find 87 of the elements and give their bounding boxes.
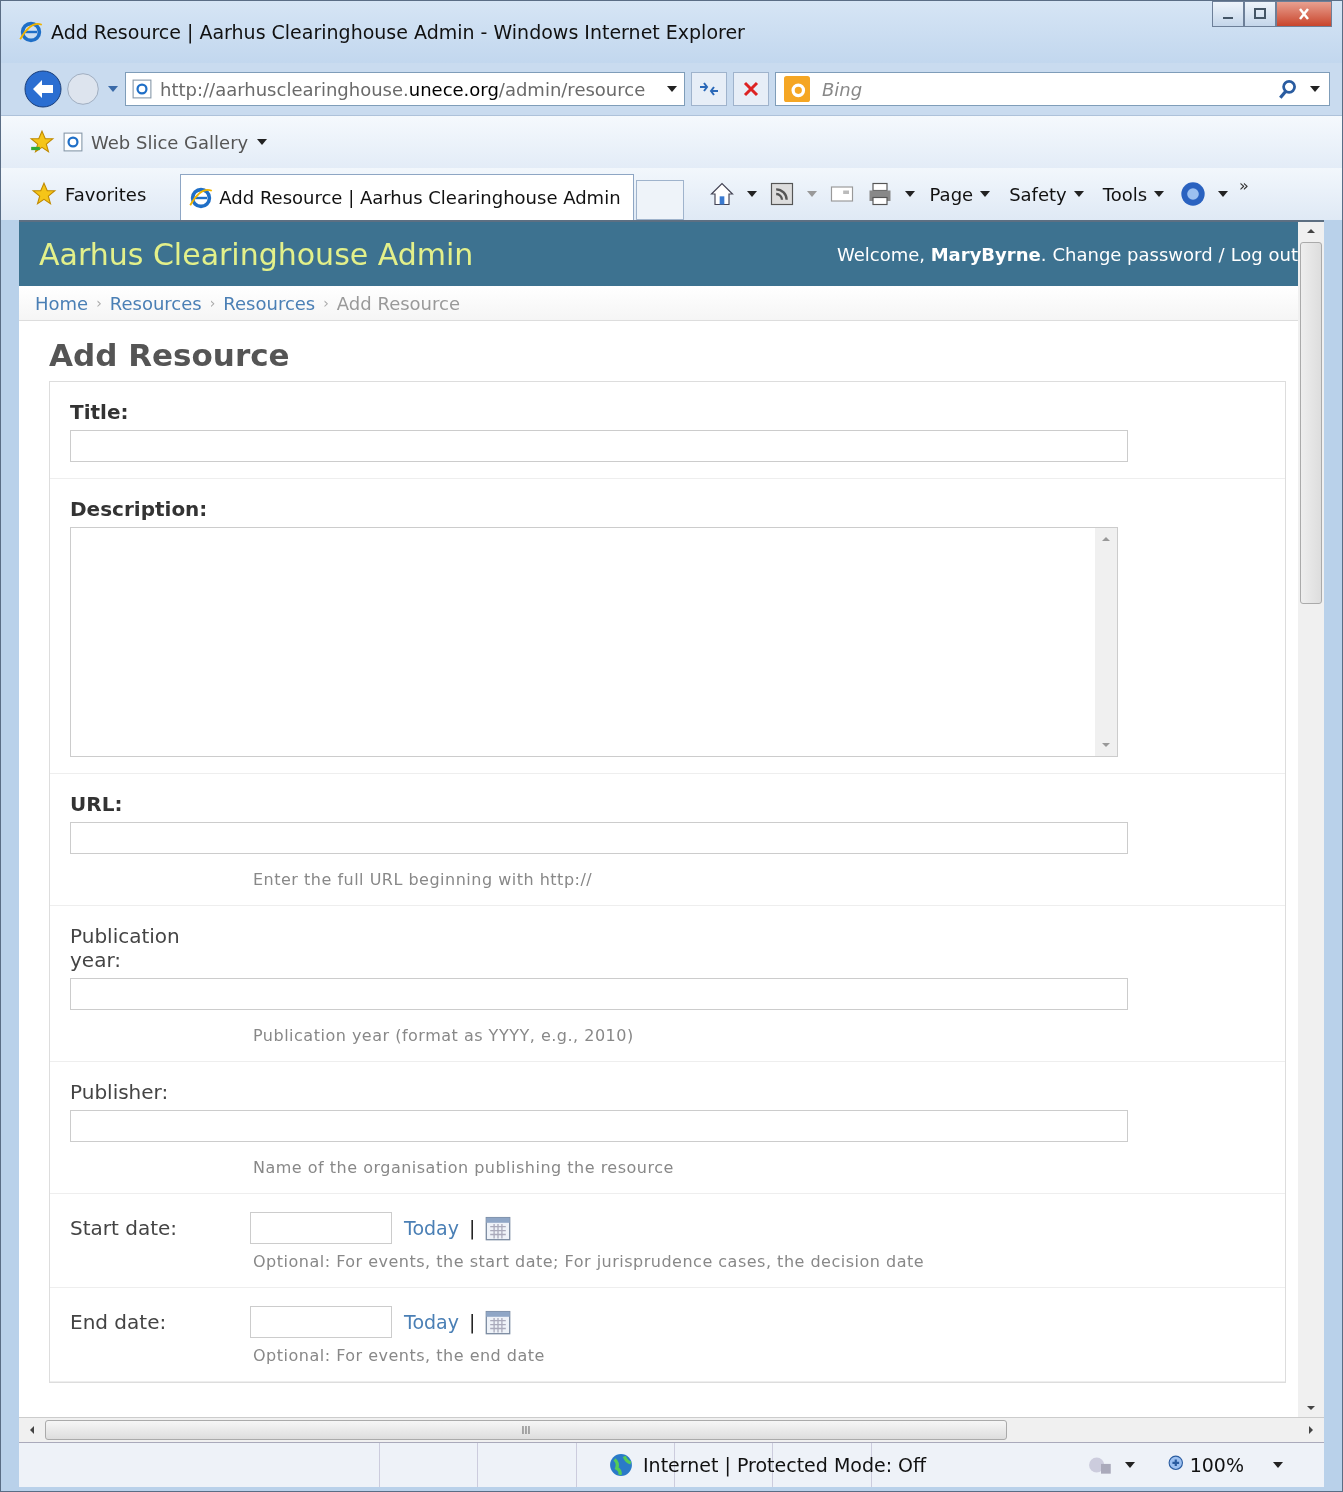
maximize-button[interactable] bbox=[1244, 1, 1276, 27]
search-provider-icon bbox=[784, 76, 810, 102]
field-label: URL: bbox=[70, 792, 124, 816]
command-menu[interactable]: Tools bbox=[1098, 183, 1170, 205]
zoom-level[interactable]: 100% bbox=[1167, 1454, 1244, 1476]
caret-icon[interactable] bbox=[1272, 1461, 1284, 1469]
scrollbar-thumb[interactable]: III bbox=[45, 1420, 1007, 1440]
breadcrumb-link[interactable]: Home bbox=[35, 292, 89, 314]
link-separator: / bbox=[1218, 243, 1225, 265]
scroll-left-icon[interactable] bbox=[29, 1425, 35, 1435]
browser-tab[interactable]: Add Resource | Aarhus Clearinghouse Admin bbox=[180, 174, 634, 220]
scroll-down-icon[interactable] bbox=[1306, 1405, 1316, 1411]
favorites-bar-item[interactable]: Web Slice Gallery bbox=[91, 131, 249, 153]
caret-icon[interactable] bbox=[1217, 190, 1230, 198]
caret-icon[interactable] bbox=[1309, 85, 1321, 93]
calendar-icon[interactable] bbox=[485, 1309, 512, 1335]
favorites-button[interactable]: Favorites bbox=[31, 176, 153, 220]
caret-icon bbox=[1072, 190, 1085, 198]
window-title: Add Resource | Aarhus Clearinghouse Admin - Windows Internet Explorer bbox=[51, 21, 745, 43]
globe-icon bbox=[609, 1453, 633, 1477]
help-text: Enter the full URL beginning with http:// bbox=[253, 870, 594, 889]
help-text: Optional: For events, the start date; For jurisprudence cases, the decision date bbox=[253, 1252, 926, 1271]
field-label: Description: bbox=[70, 497, 209, 521]
breadcrumb-separator: › bbox=[96, 295, 102, 311]
back-button[interactable] bbox=[23, 69, 63, 109]
header-link[interactable]: Change password bbox=[1052, 243, 1213, 265]
field-label: Publisher: bbox=[70, 1080, 170, 1104]
breadcrumb-link[interactable]: Resources bbox=[223, 292, 316, 314]
scrollbar-thumb[interactable] bbox=[1300, 242, 1322, 604]
breadcrumb-separator: › bbox=[209, 295, 216, 311]
page-icon bbox=[132, 79, 152, 99]
overflow-chevron[interactable]: » bbox=[1239, 176, 1249, 195]
calendar-icon[interactable] bbox=[485, 1215, 512, 1241]
date-field[interactable] bbox=[250, 1212, 392, 1244]
caret-icon bbox=[1153, 190, 1166, 198]
minimize-button[interactable] bbox=[1212, 1, 1244, 27]
help-text: Name of the organisation publishing the resource bbox=[253, 1158, 675, 1177]
help-text: Publication year (format as YYYY, e.g., 2010) bbox=[253, 1026, 635, 1045]
caret-icon[interactable] bbox=[1123, 1461, 1136, 1469]
caret-icon bbox=[979, 190, 992, 198]
browser-logo-icon bbox=[189, 185, 214, 210]
caret-icon[interactable] bbox=[666, 85, 678, 93]
star-icon bbox=[31, 181, 57, 207]
field-label: Publication year: bbox=[70, 924, 181, 972]
minimize-icon bbox=[1223, 17, 1233, 19]
field-label: Start date: bbox=[70, 1216, 179, 1240]
today-link[interactable]: Today bbox=[404, 1311, 459, 1333]
command-menu[interactable]: Safety bbox=[1005, 183, 1089, 205]
link-separator: | bbox=[468, 1311, 476, 1333]
caret-icon[interactable] bbox=[256, 138, 269, 146]
search-icon[interactable] bbox=[1277, 78, 1299, 100]
breadcrumb-link[interactable]: Resources bbox=[109, 292, 202, 314]
today-link[interactable]: Today bbox=[404, 1217, 459, 1239]
header-link[interactable]: Log out bbox=[1230, 243, 1298, 265]
close-button[interactable] bbox=[1276, 1, 1332, 27]
refresh-button[interactable] bbox=[691, 72, 727, 106]
security-zone-text: Internet | Protected Mode: Off bbox=[643, 1454, 927, 1476]
command-menu[interactable]: Page bbox=[925, 183, 996, 205]
home-icon[interactable] bbox=[707, 180, 736, 208]
scroll-right-icon[interactable] bbox=[1308, 1425, 1314, 1435]
field-label: Title: bbox=[70, 400, 130, 424]
caret-icon[interactable] bbox=[745, 190, 758, 198]
field-label: End date: bbox=[70, 1310, 168, 1334]
text-field[interactable] bbox=[70, 978, 1128, 1010]
search-field[interactable]: Bing bbox=[775, 72, 1330, 106]
circle-icon bbox=[65, 71, 101, 107]
scroll-up-icon[interactable] bbox=[1306, 228, 1316, 234]
page-heading: Add Resource bbox=[49, 337, 291, 373]
close-icon bbox=[741, 79, 761, 99]
page-icon bbox=[63, 132, 83, 152]
text-field[interactable] bbox=[70, 1110, 1128, 1142]
add-favorite-icon[interactable] bbox=[29, 129, 55, 155]
text-field[interactable] bbox=[70, 430, 1128, 462]
stop-button[interactable] bbox=[733, 72, 769, 106]
scrollbar[interactable] bbox=[1298, 222, 1324, 1417]
help-text: Optional: For events, the end date bbox=[253, 1346, 546, 1365]
caret-icon[interactable] bbox=[903, 190, 916, 198]
breadcrumb-separator: › bbox=[323, 295, 329, 311]
help-icon[interactable] bbox=[1179, 180, 1208, 208]
site-title[interactable]: Aarhus Clearinghouse Admin bbox=[39, 236, 474, 272]
date-field[interactable] bbox=[250, 1306, 392, 1338]
link-separator: | bbox=[468, 1217, 476, 1239]
welcome-text: Welcome, MaryByrne. bbox=[836, 243, 1047, 265]
text-field[interactable] bbox=[70, 822, 1128, 854]
horizontal-scrollbar[interactable]: III bbox=[19, 1417, 1324, 1442]
browser-logo-icon bbox=[19, 20, 43, 44]
address-field[interactable]: http://aarhusclearinghouse.unece.org/admin/resource bbox=[125, 72, 685, 106]
